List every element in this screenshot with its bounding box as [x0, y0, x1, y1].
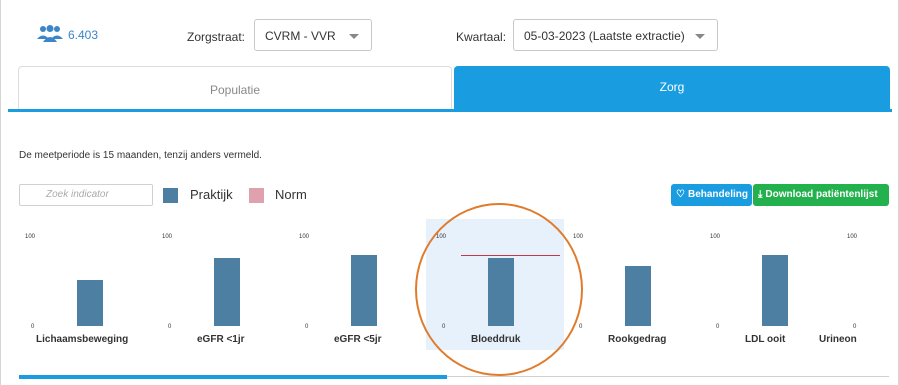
zorgstraat-label: Zorgstraat:	[187, 30, 246, 44]
legend-label-praktijk: Praktijk	[190, 187, 233, 202]
y-tick-max-lichaamsbeweging: 100	[25, 234, 36, 240]
tab-populatie[interactable]: Populatie	[18, 66, 452, 110]
y-tick-min-egfr-1jr: 0	[168, 324, 172, 330]
indicator-label-egfr-5jr[interactable]: eGFR <5jr	[334, 334, 382, 345]
y-tick-min-rookgedrag: 0	[579, 324, 583, 330]
scroll-track	[447, 376, 889, 377]
legend-swatch-praktijk	[163, 188, 178, 203]
download-patient-list-button[interactable]: ⤓ Download patiëntenlijst	[753, 184, 889, 206]
bar-egfr-1jr[interactable]	[214, 257, 240, 326]
y-tick-max-ldl-ooit: 100	[710, 234, 721, 240]
y-tick-min-egfr-5jr: 0	[305, 324, 309, 330]
download-icon: ⤓	[758, 189, 763, 200]
behandeling-label: Behandeling	[687, 189, 748, 200]
indicator-label-rookgedrag[interactable]: Rookgedrag	[608, 334, 666, 345]
tab-zorg[interactable]: Zorg	[454, 66, 890, 112]
measurement-period-note: De meetperiode is 15 maanden, tenzij and…	[19, 150, 262, 161]
bar-rookgedrag[interactable]	[625, 266, 651, 326]
zorgstraat-value: CVRM - VVR	[265, 29, 336, 43]
top-bar: 6.403 Zorgstraat: CVRM - VVR Kwartaal: 0…	[0, 0, 899, 60]
indicator-label-egfr-1jr[interactable]: eGFR <1jr	[197, 334, 245, 345]
behandeling-button[interactable]: ♡ Behandeling	[671, 184, 752, 206]
annotation-circle	[415, 203, 583, 376]
indicator-label-ldl-ooit[interactable]: LDL ooit	[745, 334, 785, 345]
users-icon[interactable]	[37, 25, 63, 43]
bar-egfr-5jr[interactable]	[351, 254, 377, 326]
y-tick-min-urineon: 0	[853, 324, 857, 330]
download-label: Download patiëntenlijst	[765, 189, 878, 200]
y-tick-max-egfr-5jr: 100	[299, 234, 310, 240]
y-tick-min-ldl-ooit: 0	[716, 324, 720, 330]
zorgstraat-select[interactable]: CVRM - VVR	[254, 19, 372, 51]
bar-ldl-ooit[interactable]	[762, 254, 788, 326]
scroll-progress-bar	[19, 375, 447, 379]
indicator-label-urineon[interactable]: Urineon	[819, 334, 857, 345]
population-count[interactable]: 6.403	[68, 28, 98, 42]
chevron-down-icon	[695, 34, 705, 39]
search-input[interactable]: Zoek indicator	[19, 184, 153, 206]
tabs-underline	[8, 109, 892, 112]
y-tick-min-lichaamsbeweging: 0	[31, 324, 35, 330]
legend-label-norm: Norm	[275, 187, 307, 202]
y-tick-max-urineon: 100	[847, 234, 858, 240]
kwartaal-select[interactable]: 05-03-2023 (Laatste extractie)	[513, 19, 718, 51]
y-tick-max-egfr-1jr: 100	[162, 234, 173, 240]
chevron-down-icon	[349, 34, 359, 39]
kwartaal-value: 05-03-2023 (Laatste extractie)	[524, 29, 685, 43]
indicator-label-lichaamsbeweging[interactable]: Lichaamsbeweging	[36, 334, 128, 345]
legend-swatch-norm	[249, 188, 264, 203]
bar-lichaamsbeweging[interactable]	[77, 280, 103, 326]
y-tick-max-rookgedrag: 100	[573, 234, 584, 240]
stethoscope-icon: ♡	[676, 189, 685, 200]
kwartaal-label: Kwartaal:	[456, 30, 507, 44]
